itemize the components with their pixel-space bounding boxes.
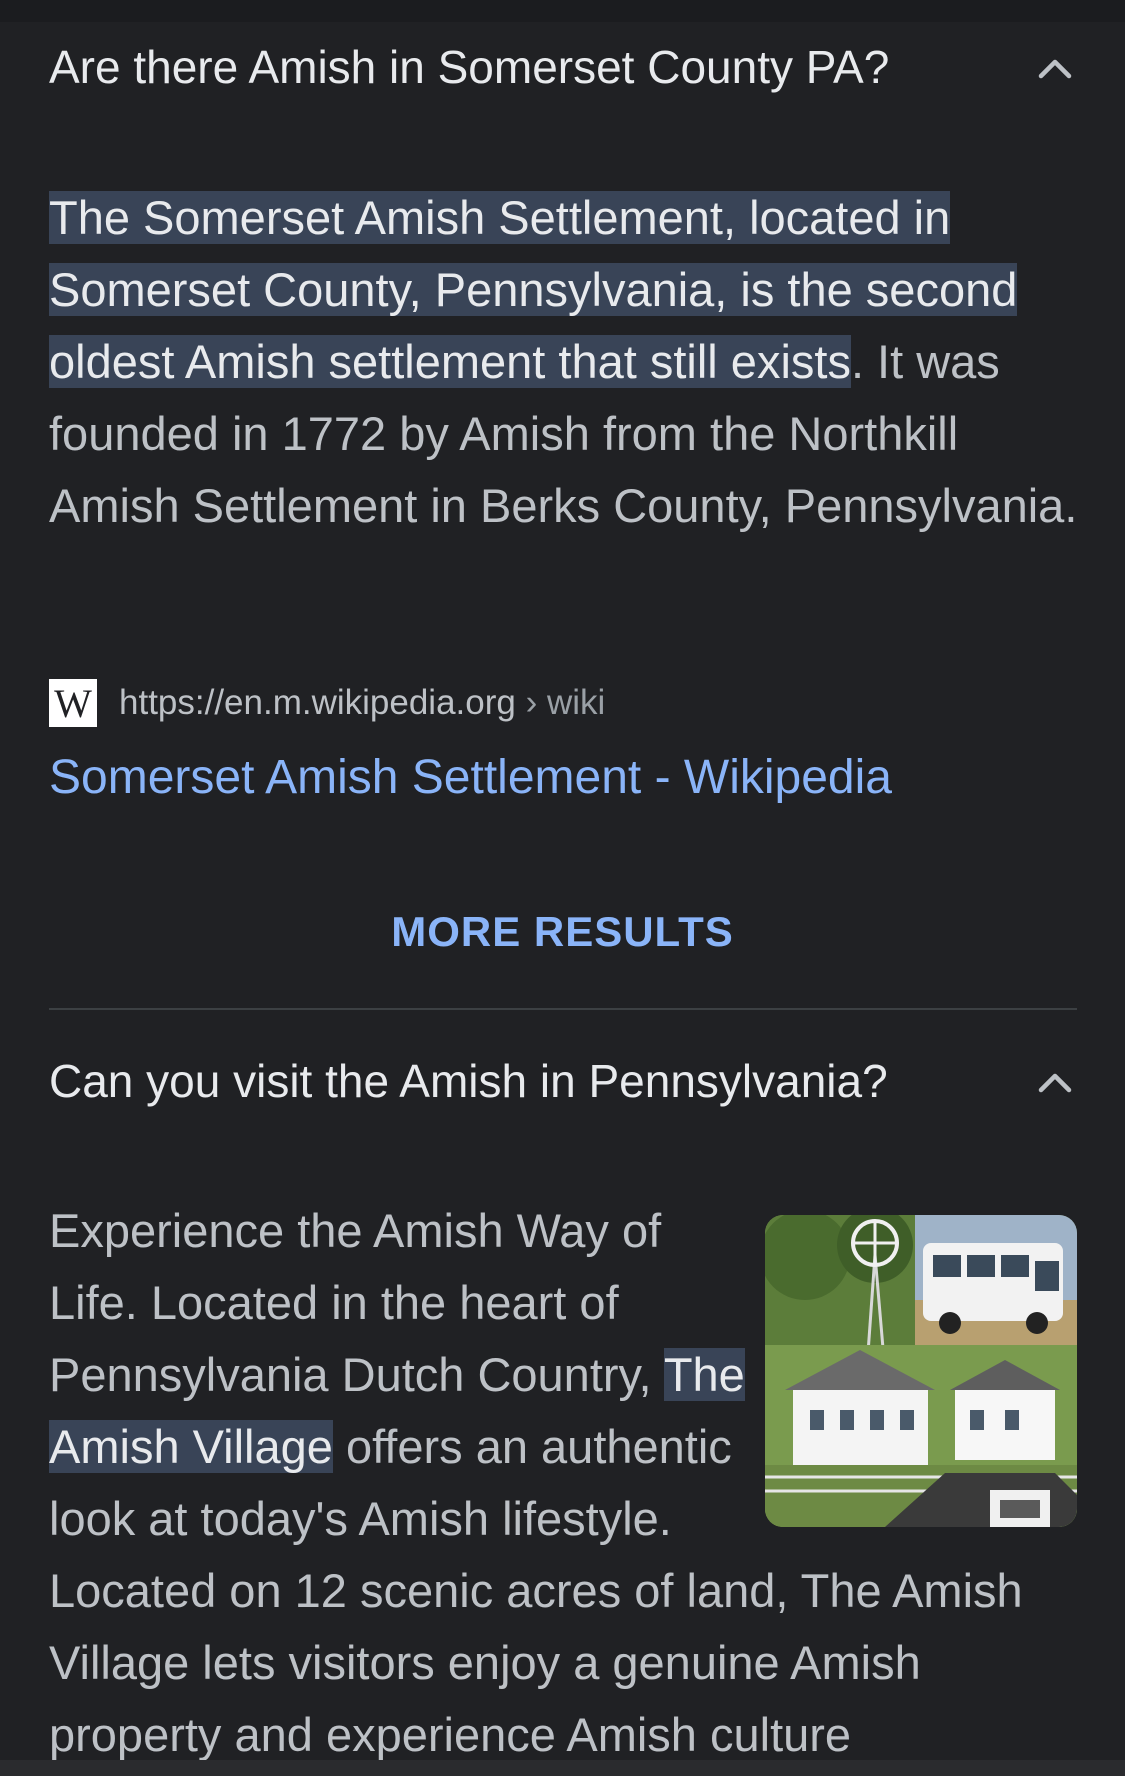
faq-question-row-1[interactable]: Are there Amish in Somerset County PA? bbox=[49, 28, 1077, 108]
chevron-up-icon[interactable] bbox=[1033, 46, 1077, 90]
faq-answer-1: The Somerset Amish Settlement, located i… bbox=[49, 182, 1079, 542]
source-citation: W https://en.m.wikipedia.org › wiki Some… bbox=[49, 675, 1077, 807]
source-row[interactable]: W https://en.m.wikipedia.org › wiki bbox=[49, 675, 1077, 731]
faq-item-1: Are there Amish in Somerset County PA? bbox=[49, 28, 1077, 108]
source-url[interactable]: https://en.m.wikipedia.org › wiki bbox=[119, 683, 605, 723]
image-float-spacer bbox=[753, 1195, 1089, 1535]
divider bbox=[49, 1008, 1077, 1010]
faq-question-2[interactable]: Can you visit the Amish in Pennsylvania? bbox=[49, 1054, 888, 1109]
bottom-sheet-handle bbox=[0, 1760, 1125, 1776]
more-results-button[interactable]: MORE RESULTS bbox=[0, 908, 1125, 956]
answer-before: Experience the Amish Way of Life. Locate… bbox=[49, 1204, 664, 1401]
top-bar bbox=[0, 0, 1125, 22]
faq-question-1[interactable]: Are there Amish in Somerset County PA? bbox=[49, 40, 889, 95]
source-title-link[interactable]: Somerset Amish Settlement - Wikipedia bbox=[49, 749, 1077, 807]
faq-answer-2: Experience the Amish Way of Life. Locate… bbox=[49, 1195, 1089, 1771]
faq-item-2: Can you visit the Amish in Pennsylvania? bbox=[49, 1042, 1077, 1122]
wikipedia-logo-icon: W bbox=[49, 679, 97, 727]
source-path: › wiki bbox=[515, 683, 606, 722]
chevron-up-icon[interactable] bbox=[1033, 1060, 1077, 1104]
faq-question-row-2[interactable]: Can you visit the Amish in Pennsylvania? bbox=[49, 1042, 1077, 1122]
source-domain: https://en.m.wikipedia.org bbox=[119, 683, 516, 722]
